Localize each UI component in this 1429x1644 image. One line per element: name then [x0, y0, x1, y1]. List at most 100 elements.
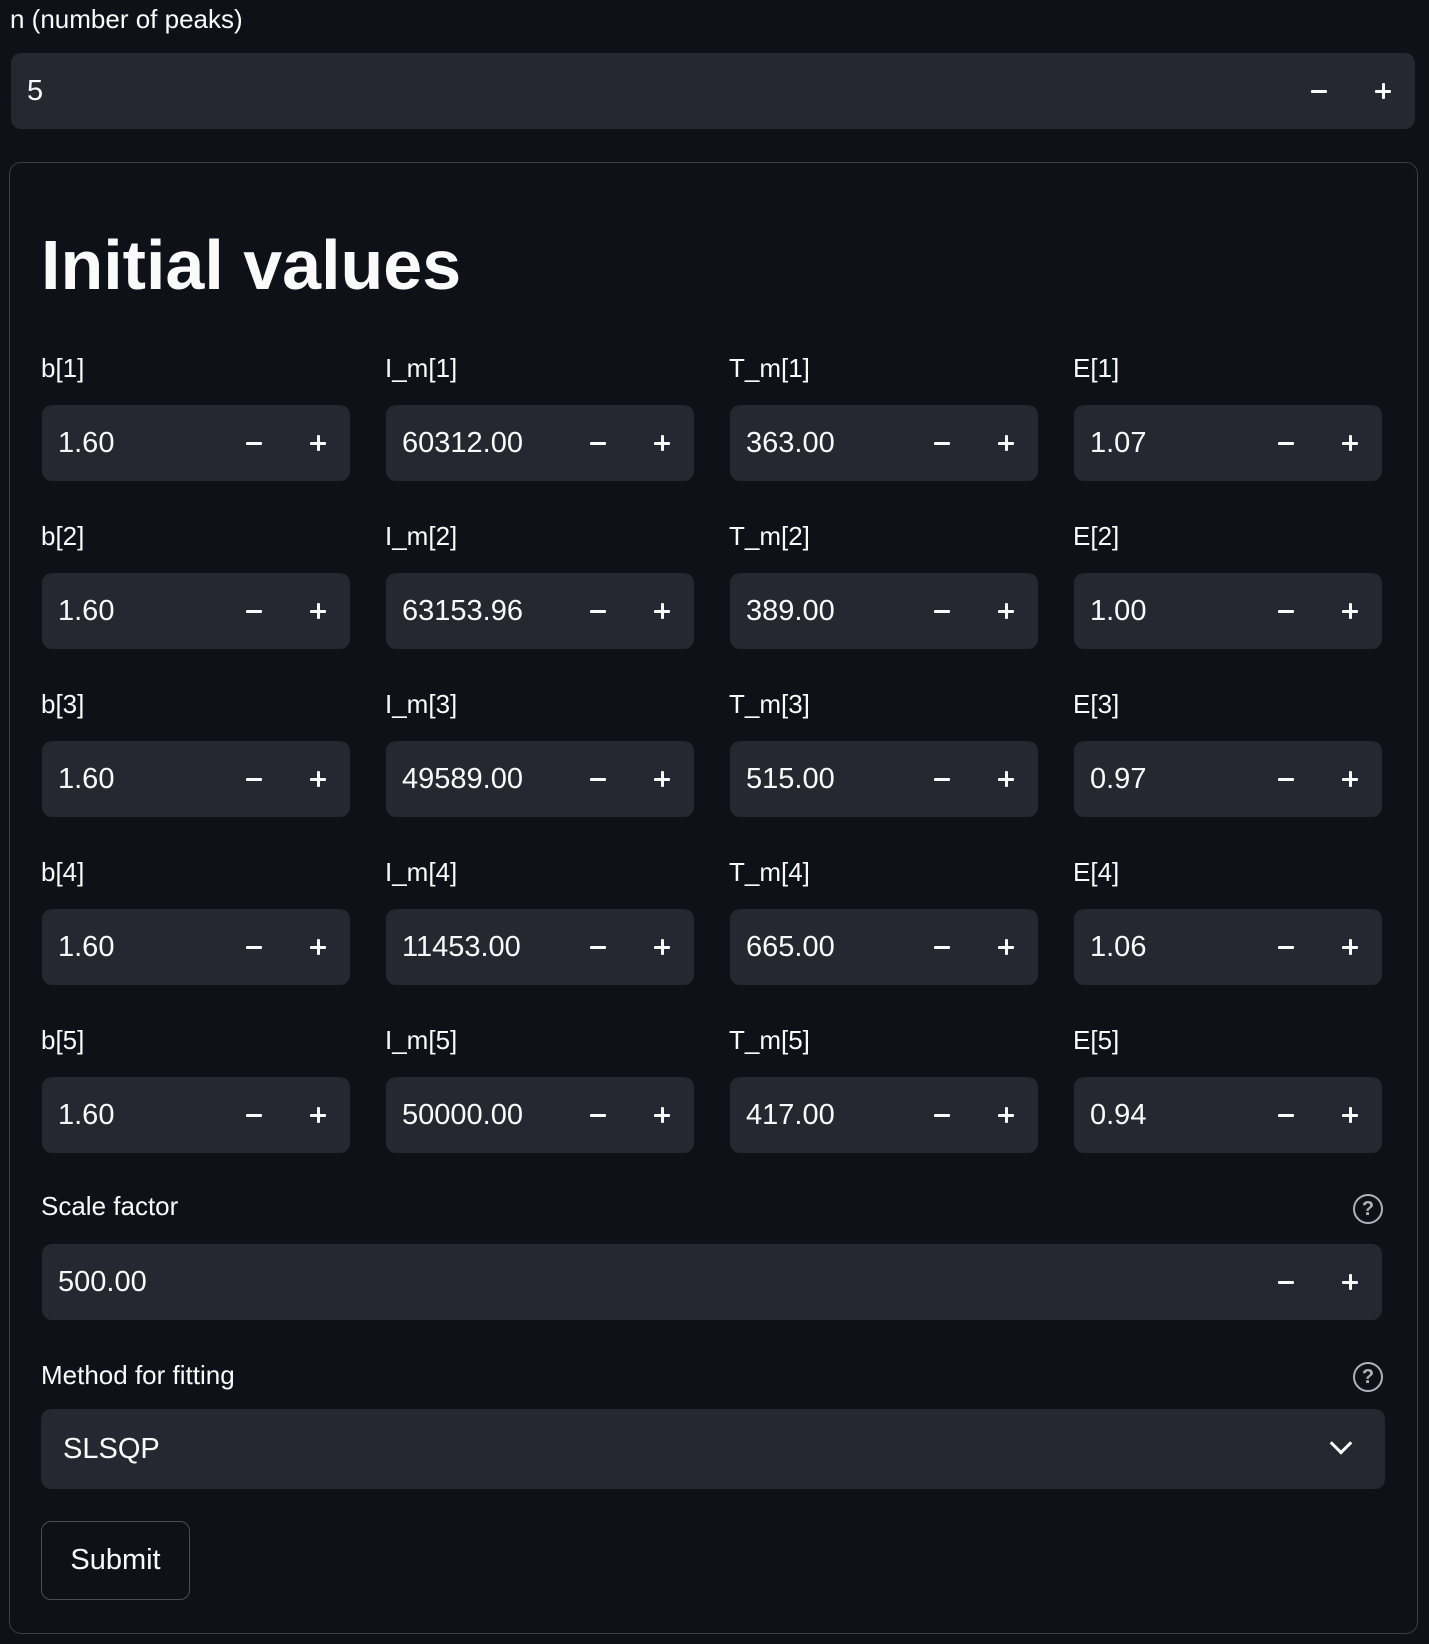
plus-icon: [998, 603, 1014, 619]
i-m-4-increment-button[interactable]: [630, 909, 694, 985]
t-m-1-decrement-button[interactable]: [910, 405, 974, 481]
minus-icon: [590, 1113, 606, 1117]
i-m-3-value[interactable]: 49589.00: [386, 763, 566, 796]
form-heading: Initial values: [41, 226, 462, 304]
scale-factor-help-icon[interactable]: ?: [1353, 1194, 1383, 1224]
n-peaks-decrement-button[interactable]: [1287, 53, 1351, 129]
b-5-value[interactable]: 1.60: [42, 1099, 222, 1132]
e-1-label: E[1]: [1073, 353, 1120, 383]
e-1-decrement-button[interactable]: [1254, 405, 1318, 481]
b-2-value[interactable]: 1.60: [42, 595, 222, 628]
b-2-decrement-button[interactable]: [222, 573, 286, 649]
plus-icon: [310, 939, 326, 955]
b-1-increment-button[interactable]: [286, 405, 350, 481]
i-m-3-decrement-button[interactable]: [566, 741, 630, 817]
i-m-5-decrement-button[interactable]: [566, 1077, 630, 1153]
e-3-value[interactable]: 0.97: [1074, 763, 1254, 796]
b-5-decrement-button[interactable]: [222, 1077, 286, 1153]
t-m-2-value[interactable]: 389.00: [730, 595, 910, 628]
b-3-decrement-button[interactable]: [222, 741, 286, 817]
scale-factor-value[interactable]: 500.00: [42, 1266, 1254, 1299]
scale-factor-decrement-button[interactable]: [1254, 1244, 1318, 1320]
t-m-5-label: T_m[5]: [729, 1025, 810, 1055]
plus-icon: [1342, 1274, 1358, 1290]
minus-icon: [590, 945, 606, 949]
minus-icon: [590, 441, 606, 445]
i-m-2-value[interactable]: 63153.96: [386, 595, 566, 628]
i-m-1-decrement-button[interactable]: [566, 405, 630, 481]
i-m-4-decrement-button[interactable]: [566, 909, 630, 985]
t-m-4-decrement-button[interactable]: [910, 909, 974, 985]
n-peaks-label: n (number of peaks): [10, 4, 243, 34]
i-m-3-input: 49589.00: [386, 741, 694, 817]
t-m-4-increment-button[interactable]: [974, 909, 1038, 985]
plus-icon: [310, 603, 326, 619]
i-m-5-increment-button[interactable]: [630, 1077, 694, 1153]
e-4-value[interactable]: 1.06: [1074, 931, 1254, 964]
i-m-4-value[interactable]: 11453.00: [386, 931, 566, 964]
t-m-2-input: 389.00: [730, 573, 1038, 649]
t-m-3-increment-button[interactable]: [974, 741, 1038, 817]
e-3-increment-button[interactable]: [1318, 741, 1382, 817]
b-4-value[interactable]: 1.60: [42, 931, 222, 964]
b-5-increment-button[interactable]: [286, 1077, 350, 1153]
t-m-2-increment-button[interactable]: [974, 573, 1038, 649]
scale-factor-increment-button[interactable]: [1318, 1244, 1382, 1320]
e-2-decrement-button[interactable]: [1254, 573, 1318, 649]
e-2-label: E[2]: [1073, 521, 1120, 551]
n-peaks-value[interactable]: 5: [11, 75, 1287, 108]
e-3-label: E[3]: [1073, 689, 1120, 719]
plus-icon: [1342, 435, 1358, 451]
b-4-increment-button[interactable]: [286, 909, 350, 985]
t-m-1-increment-button[interactable]: [974, 405, 1038, 481]
plus-icon: [1342, 939, 1358, 955]
i-m-4-input: 11453.00: [386, 909, 694, 985]
b-1-value[interactable]: 1.60: [42, 427, 222, 460]
t-m-2-decrement-button[interactable]: [910, 573, 974, 649]
e-2-value[interactable]: 1.00: [1074, 595, 1254, 628]
b-3-increment-button[interactable]: [286, 741, 350, 817]
t-m-4-value[interactable]: 665.00: [730, 931, 910, 964]
i-m-1-increment-button[interactable]: [630, 405, 694, 481]
t-m-3-decrement-button[interactable]: [910, 741, 974, 817]
b-2-label: b[2]: [41, 521, 85, 551]
b-2-increment-button[interactable]: [286, 573, 350, 649]
e-5-decrement-button[interactable]: [1254, 1077, 1318, 1153]
minus-icon: [934, 945, 950, 949]
t-m-1-label: T_m[1]: [729, 353, 810, 383]
i-m-2-increment-button[interactable]: [630, 573, 694, 649]
b-1-label: b[1]: [41, 353, 85, 383]
b-3-label: b[3]: [41, 689, 85, 719]
e-2-increment-button[interactable]: [1318, 573, 1382, 649]
plus-icon: [654, 603, 670, 619]
t-m-3-value[interactable]: 515.00: [730, 763, 910, 796]
i-m-2-decrement-button[interactable]: [566, 573, 630, 649]
plus-icon: [654, 939, 670, 955]
t-m-5-value[interactable]: 417.00: [730, 1099, 910, 1132]
b-3-value[interactable]: 1.60: [42, 763, 222, 796]
minus-icon: [246, 441, 262, 445]
e-3-decrement-button[interactable]: [1254, 741, 1318, 817]
i-m-1-value[interactable]: 60312.00: [386, 427, 566, 460]
t-m-5-decrement-button[interactable]: [910, 1077, 974, 1153]
t-m-5-increment-button[interactable]: [974, 1077, 1038, 1153]
e-4-decrement-button[interactable]: [1254, 909, 1318, 985]
i-m-3-increment-button[interactable]: [630, 741, 694, 817]
n-peaks-increment-button[interactable]: [1351, 53, 1415, 129]
chevron-down-icon: [1329, 1432, 1353, 1455]
e-1-value[interactable]: 1.07: [1074, 427, 1254, 460]
i-m-5-value[interactable]: 50000.00: [386, 1099, 566, 1132]
fitting-method-select[interactable]: SLSQP: [41, 1409, 1385, 1489]
plus-icon: [654, 1107, 670, 1123]
b-4-decrement-button[interactable]: [222, 909, 286, 985]
e-1-increment-button[interactable]: [1318, 405, 1382, 481]
fitting-method-help-icon[interactable]: ?: [1353, 1362, 1383, 1392]
e-4-increment-button[interactable]: [1318, 909, 1382, 985]
e-5-increment-button[interactable]: [1318, 1077, 1382, 1153]
e-5-value[interactable]: 0.94: [1074, 1099, 1254, 1132]
submit-button[interactable]: Submit: [41, 1521, 190, 1600]
t-m-1-value[interactable]: 363.00: [730, 427, 910, 460]
b-1-input: 1.60: [42, 405, 350, 481]
minus-icon: [934, 609, 950, 613]
b-1-decrement-button[interactable]: [222, 405, 286, 481]
